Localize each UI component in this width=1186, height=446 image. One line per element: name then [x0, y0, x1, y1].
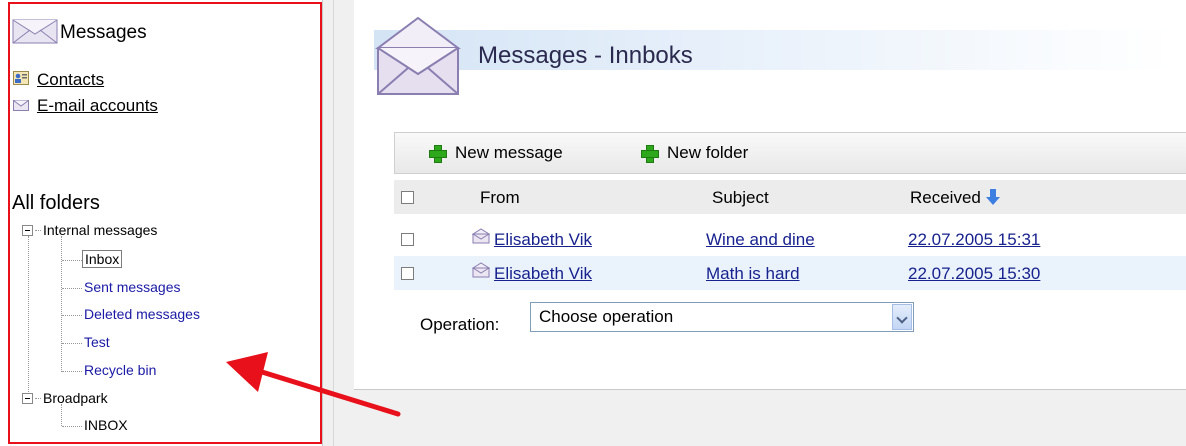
tree-item-sent-messages[interactable]: Sent messages [84, 279, 181, 295]
column-header-received[interactable]: Received [910, 188, 1000, 208]
row-checkbox[interactable] [401, 233, 414, 246]
row-checkbox[interactable] [401, 267, 414, 280]
from-link[interactable]: Elisabeth Vik [494, 264, 592, 284]
contact-card-icon [13, 70, 29, 90]
toolbar: New message New folder [394, 132, 1186, 174]
new-message-label: New message [455, 143, 563, 162]
select-all-checkbox[interactable] [401, 191, 414, 204]
content-area: Messages - Innboks New message New folde… [354, 0, 1186, 390]
operation-selected-value: Choose operation [539, 307, 674, 326]
sidebar-title: Messages [12, 14, 147, 44]
tree-item-test[interactable]: Test [84, 334, 110, 350]
contacts-link[interactable]: Contacts [37, 70, 104, 90]
tree-item-inbox[interactable]: Inbox [82, 250, 123, 268]
tree-node-broadpark[interactable]: Broadpark [22, 390, 108, 406]
table-header: From Subject Received [394, 180, 1186, 214]
envelope-icon [12, 14, 58, 44]
green-plus-icon [641, 145, 659, 163]
collapse-icon[interactable] [22, 392, 33, 404]
received-link[interactable]: 22.07.2005 15:31 [908, 230, 1040, 250]
collapse-icon[interactable] [22, 224, 33, 236]
sidebar-link-contacts[interactable]: Contacts [13, 70, 104, 90]
table-row[interactable]: Elisabeth Vik Math is hard 22.07.2005 15… [394, 256, 1186, 290]
tree-item-inbox-broadpark[interactable]: INBOX [84, 417, 128, 433]
sidebar: Messages Contacts E-mail accounts All fo… [0, 0, 322, 446]
email-accounts-link[interactable]: E-mail accounts [37, 96, 158, 116]
envelope-icon [13, 96, 29, 116]
new-folder-button[interactable]: New folder [641, 143, 748, 163]
new-message-button[interactable]: New message [429, 143, 563, 163]
envelope-icon [471, 262, 491, 283]
subject-link[interactable]: Wine and dine [706, 230, 815, 250]
table-row[interactable]: Elisabeth Vik Wine and dine 22.07.2005 1… [394, 222, 1186, 256]
tree-node-label: Broadpark [43, 390, 108, 406]
column-header-subject[interactable]: Subject [712, 188, 769, 208]
sort-down-arrow-icon [985, 189, 1000, 205]
envelope-icon [471, 228, 491, 249]
sidebar-link-email-accounts[interactable]: E-mail accounts [13, 96, 158, 116]
page-title: Messages - Innboks [478, 42, 693, 69]
panel-splitter[interactable] [322, 0, 334, 446]
folders-heading: All folders [12, 192, 100, 214]
chevron-down-icon[interactable] [892, 304, 912, 330]
received-link[interactable]: 22.07.2005 15:30 [908, 264, 1040, 284]
tree-node-internal-messages[interactable]: Internal messages [22, 222, 157, 238]
envelope-icon [370, 14, 466, 105]
green-plus-icon [429, 145, 447, 163]
column-header-received-label: Received [910, 188, 981, 207]
main-panel: Messages - Innboks New message New folde… [334, 0, 1186, 446]
subject-link[interactable]: Math is hard [706, 264, 800, 284]
sidebar-title-label: Messages [60, 22, 147, 43]
operation-label: Operation: [420, 315, 500, 334]
from-link[interactable]: Elisabeth Vik [494, 230, 592, 250]
tree-item-recycle-bin[interactable]: Recycle bin [84, 362, 156, 378]
operation-select[interactable]: Choose operation [530, 302, 914, 332]
column-header-from[interactable]: From [480, 188, 520, 208]
new-folder-label: New folder [667, 143, 749, 162]
tree-item-deleted-messages[interactable]: Deleted messages [84, 306, 200, 322]
